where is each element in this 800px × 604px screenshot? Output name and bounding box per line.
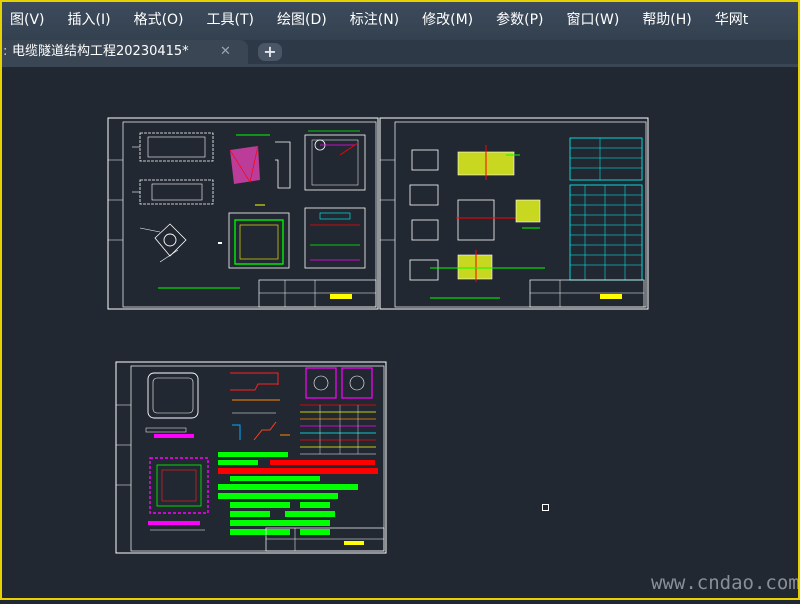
menu-window[interactable]: 窗口(W) [561, 0, 633, 40]
new-tab-button[interactable]: + [258, 43, 282, 61]
document-tab[interactable]: : 电缆隧道结构工程20230415* ✕ [0, 40, 248, 64]
drawing-sheet-3[interactable] [115, 361, 387, 554]
drawing-sheet-1[interactable] [107, 117, 379, 310]
model-space-svg[interactable] [0, 67, 800, 600]
menu-modify[interactable]: 修改(M) [416, 0, 486, 40]
watermark-text: www.cndao.com [651, 572, 800, 594]
menu-parameters[interactable]: 参数(P) [490, 0, 556, 40]
tab-edge-mark: : [3, 44, 8, 59]
menu-huawang[interactable]: 华网t [709, 0, 762, 40]
close-icon[interactable]: ✕ [220, 40, 231, 64]
menu-format[interactable]: 格式(O) [128, 0, 197, 40]
menu-view[interactable]: 图(V) [4, 0, 58, 40]
menu-bar: 图(V) 插入(I) 格式(O) 工具(T) 绘图(D) 标注(N) 修改(M)… [0, 0, 800, 40]
pick-cursor [542, 504, 549, 511]
menu-draw[interactable]: 绘图(D) [271, 0, 340, 40]
drawing-canvas[interactable] [0, 67, 800, 600]
document-tab-title: 电缆隧道结构工程20230415* [12, 44, 189, 59]
menu-dimension[interactable]: 标注(N) [344, 0, 412, 40]
menu-help[interactable]: 帮助(H) [636, 0, 704, 40]
drawing-sheet-2[interactable] [379, 117, 649, 310]
menu-tools[interactable]: 工具(T) [201, 0, 267, 40]
document-tab-bar: : 电缆隧道结构工程20230415* ✕ + [0, 40, 800, 64]
menu-insert[interactable]: 插入(I) [62, 0, 124, 40]
